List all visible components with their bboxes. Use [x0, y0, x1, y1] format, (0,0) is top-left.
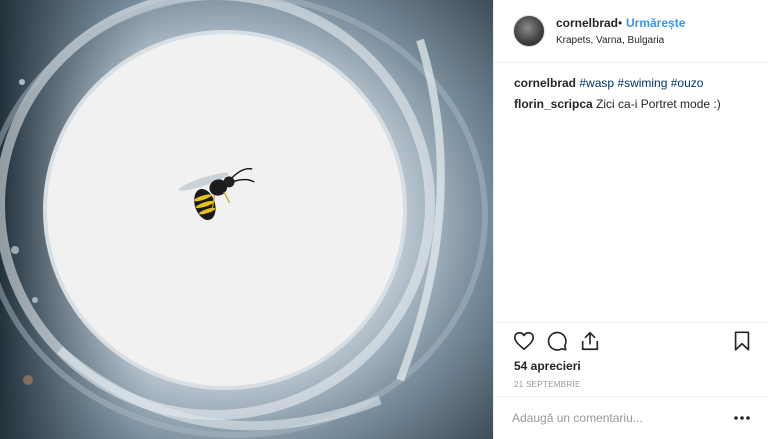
add-comment-bar	[494, 396, 768, 439]
post-photo[interactable]	[0, 0, 493, 439]
header-separator: •	[618, 16, 623, 30]
avatar[interactable]	[513, 15, 545, 47]
location-link[interactable]: Krapets, Varna, Bulgaria	[556, 35, 664, 46]
share-icon[interactable]	[579, 330, 601, 352]
comment: florin_scripca Zici ca-i Portret mode :)	[514, 96, 759, 112]
caption-username[interactable]: cornelbrad	[514, 76, 576, 90]
likes-count[interactable]: 54 aprecieri	[514, 359, 581, 373]
hashtag-wasp[interactable]: #wasp	[579, 76, 614, 90]
follow-button[interactable]: Urmărește	[626, 16, 685, 30]
comment-username[interactable]: florin_scripca	[514, 97, 593, 111]
caption: cornelbrad #wasp #swiming #ouzo	[514, 75, 759, 91]
comment-text: Zici ca-i Portret mode :)	[596, 97, 721, 111]
actions-divider	[494, 322, 768, 324]
wasp-photo	[0, 0, 493, 439]
post-date: 21 SEPTEMBRIE	[514, 380, 581, 389]
hashtag-ouzo[interactable]: #ouzo	[671, 76, 704, 90]
comment-icon[interactable]	[546, 330, 568, 352]
post-side-panel: cornelbrad • Urmărește Krapets, Varna, B…	[493, 0, 768, 439]
bookmark-icon[interactable]	[731, 330, 753, 352]
post-header: cornelbrad • Urmărește Krapets, Varna, B…	[494, 0, 768, 63]
hashtag-swiming[interactable]: #swiming	[617, 76, 667, 90]
more-options-icon[interactable]	[733, 411, 751, 425]
heart-icon[interactable]	[513, 330, 535, 352]
comment-input[interactable]	[512, 406, 712, 430]
header-username[interactable]: cornelbrad	[556, 16, 618, 30]
